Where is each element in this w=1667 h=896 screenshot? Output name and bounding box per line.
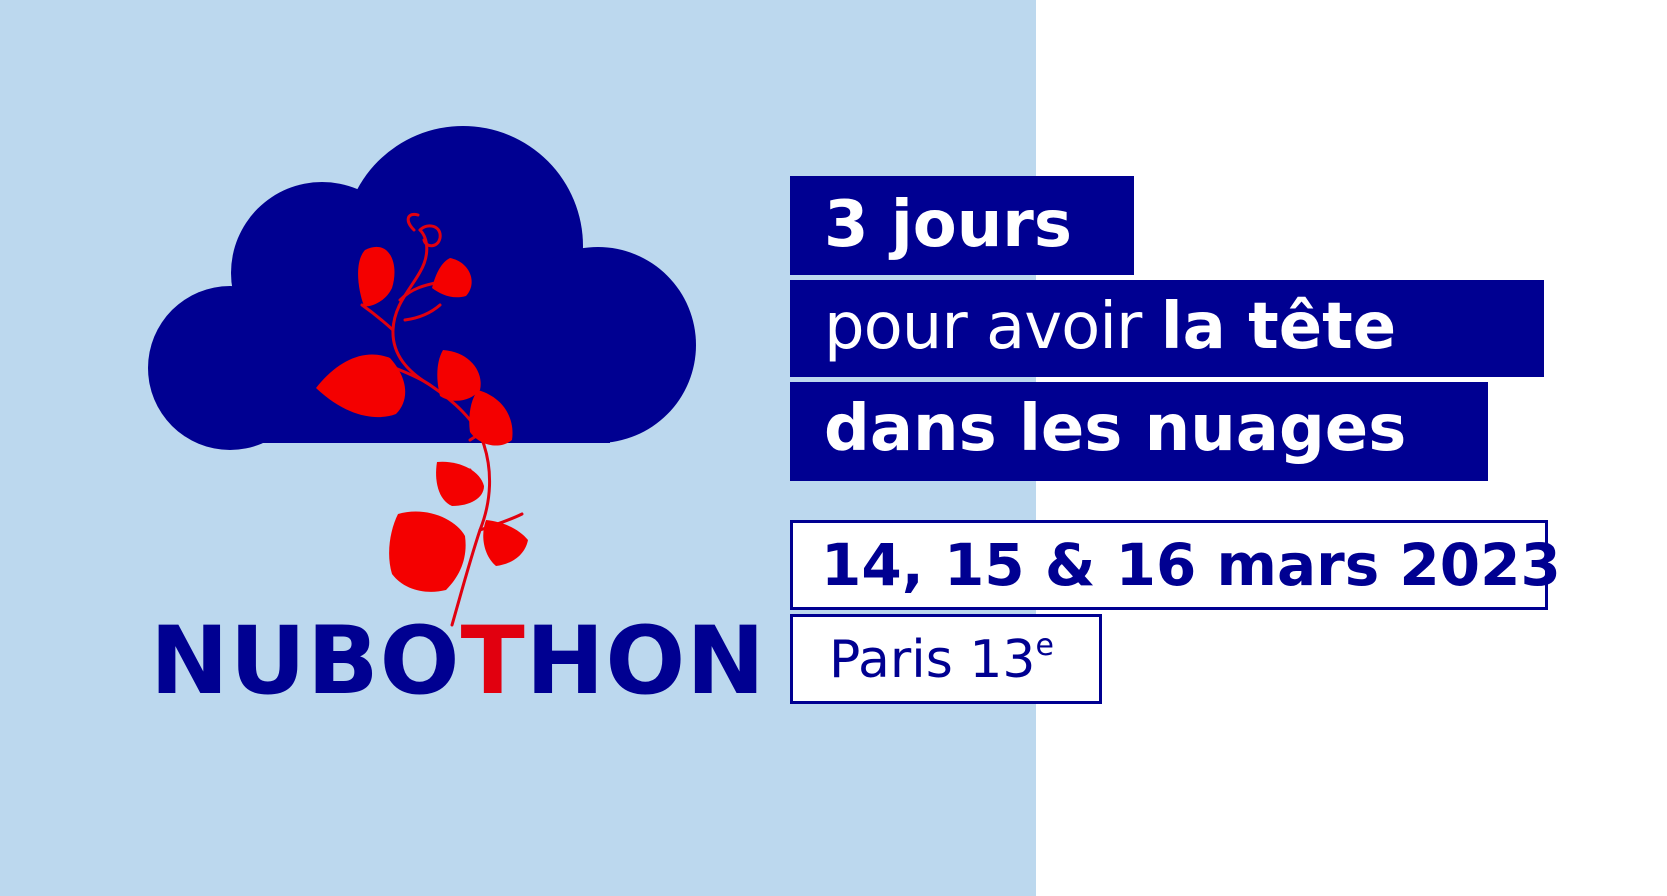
headline-line2-light: pour avoir [824,290,1161,364]
headline-line2: pour avoir la tête [790,280,1544,377]
headline-line1: 3 jours [790,176,1134,275]
nubothon-logo-wordmark: NUBOTHON [150,612,765,712]
event-place: Paris 13e [790,614,1102,704]
logo-name-accent: T [460,607,526,716]
headline-line3: dans les nuages [790,382,1488,481]
headline-line2-bold: la tête [1160,290,1397,364]
event-place-label: Paris 13 [829,630,1036,690]
event-place-suffix: e [1035,628,1054,663]
logo-name-part1: NUBO [150,607,461,716]
event-dates: 14, 15 & 16 mars 2023 [790,520,1561,610]
logo-name-part2: HON [525,607,766,716]
